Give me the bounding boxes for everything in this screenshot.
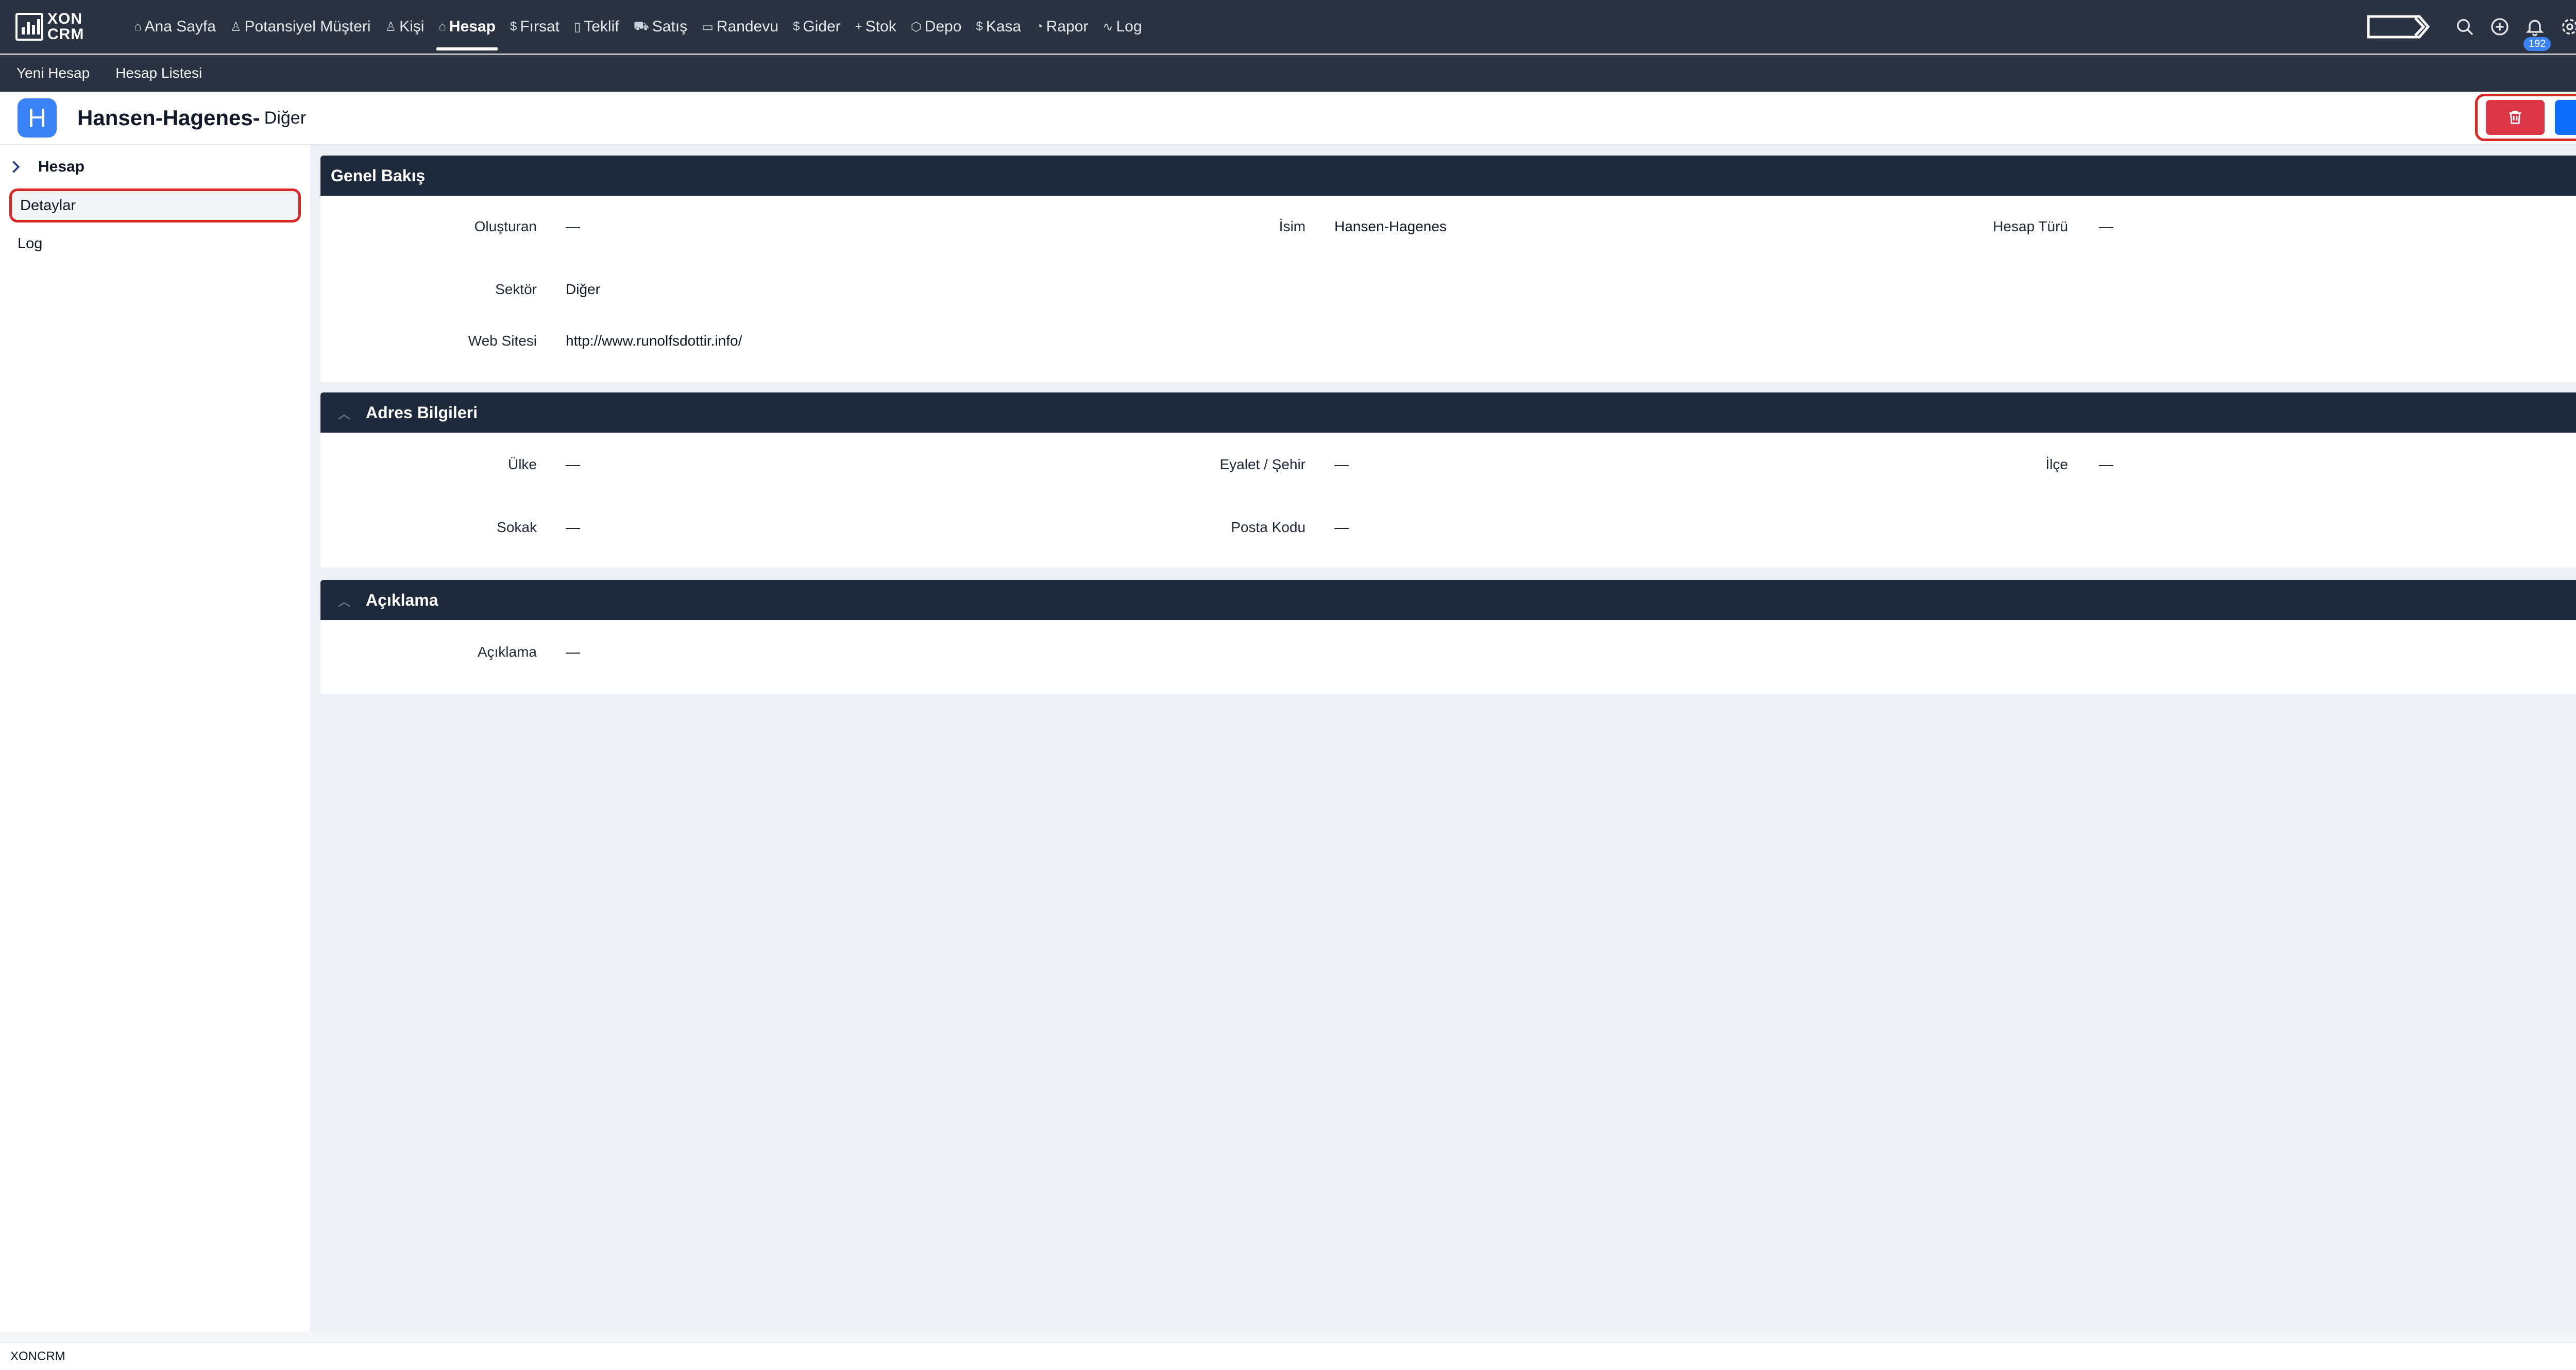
chevron-up-icon: ︿ <box>338 594 350 609</box>
sub-navbar: Yeni Hesap Hesap Listesi <box>0 55 2576 92</box>
notifications-button[interactable]: 192 <box>2517 0 2552 54</box>
trash-icon <box>2509 111 2521 124</box>
nav-stok[interactable]: + Stok <box>848 0 904 54</box>
page-subtitle: Diğer <box>264 108 307 128</box>
nav-randevu[interactable]: ▭ Randevu <box>694 0 786 54</box>
add-button[interactable] <box>2482 0 2517 54</box>
sidebar-item-detaylar[interactable]: Detaylar <box>9 189 301 222</box>
record-actions <box>2475 94 2576 141</box>
chart-logo-icon <box>15 13 43 41</box>
detail-sidebar: Hesap Detaylar Log <box>0 145 310 1332</box>
nav-teklif[interactable]: ▯ Teklif <box>567 0 626 54</box>
chevron-up-icon: ︿ <box>338 407 350 421</box>
activity-icon: ∿ <box>1103 20 1113 34</box>
dollar-icon: $ <box>510 20 517 33</box>
postal-code-label: Posta Kodu <box>1231 519 1306 535</box>
nav-potansiyel-musteri[interactable]: ♙ Potansiyel Müşteri <box>223 0 378 54</box>
plus-circle-icon <box>2491 18 2509 36</box>
logo-text: XON CRM <box>47 10 84 43</box>
edit-button[interactable] <box>2555 100 2576 135</box>
record-header: H Hansen-Hagenes- Diğer <box>0 92 2576 145</box>
country-value: — <box>566 456 580 472</box>
new-account-link[interactable]: Yeni Hesap <box>16 65 90 81</box>
account-type-value: — <box>2099 218 2113 234</box>
cart-icon: ⛟ <box>633 19 649 33</box>
nav-kisi[interactable]: ♙ Kişi <box>378 0 432 54</box>
description-card: ︿ Açıklama Açıklama — <box>320 580 2576 694</box>
district-label: İlçe <box>2045 456 2068 472</box>
sidebar-item-log[interactable]: Log <box>9 227 301 261</box>
notification-badge: 192 <box>2523 37 2551 51</box>
nav-satis[interactable]: ⛟ Satış <box>626 0 695 54</box>
users-icon: ♙ <box>385 20 397 34</box>
dollar-icon: $ <box>976 20 983 33</box>
delete-button[interactable] <box>2486 100 2545 135</box>
address-card-header[interactable]: ︿ Adres Bilgileri <box>320 392 2576 433</box>
nav-firsat[interactable]: $ Fırsat <box>503 0 567 54</box>
country-label: Ülke <box>507 456 537 472</box>
sidebar-section-hesap[interactable]: Hesap <box>0 145 310 189</box>
bell-icon <box>2526 20 2544 37</box>
pie-chart-icon: ◔ <box>1036 20 1043 33</box>
sector-value: Diğer <box>566 281 600 297</box>
description-value: — <box>566 644 580 660</box>
nav-kasa[interactable]: $ Kasa <box>969 0 1028 54</box>
dollar-icon: $ <box>792 20 800 33</box>
arrow-tag-icon[interactable] <box>2367 15 2430 39</box>
nav-hesap[interactable]: ⌂ Hesap <box>431 0 503 54</box>
nav-depo[interactable]: ⬡ Depo <box>904 0 969 54</box>
name-label: İsim <box>1279 218 1306 234</box>
nav-log[interactable]: ∿ Log <box>1095 0 1149 54</box>
avatar: H <box>18 98 57 138</box>
overview-card: Genel Bakış Oluşturan — İsim Hansen-Hage… <box>320 156 2576 382</box>
user-icon: ♙ <box>230 20 242 34</box>
nav-ana-sayfa[interactable]: ⌂ Ana Sayfa <box>127 0 223 54</box>
top-navbar: XON CRM ⌂ Ana Sayfa ♙ Potansiyel Müşteri ♙ K… <box>0 0 2576 54</box>
home-icon: ⌂ <box>134 20 142 33</box>
created-by-label: Oluşturan <box>474 218 537 234</box>
account-list-link[interactable]: Hesap Listesi <box>115 65 202 81</box>
search-button[interactable] <box>2447 0 2482 54</box>
plus-icon: + <box>855 20 862 33</box>
created-by-value: — <box>566 218 580 234</box>
search-icon <box>2457 19 2473 36</box>
settings-button[interactable] <box>2552 0 2576 54</box>
website-label: Web Sitesi <box>468 333 537 349</box>
calendar-icon: ▭ <box>702 20 714 34</box>
box-icon: ⬡ <box>910 20 922 34</box>
account-type-label: Hesap Türü <box>1993 218 2068 234</box>
name-value: Hansen-Hagenes <box>1334 218 1447 234</box>
top-right-tools: 192 <box>2367 0 2576 54</box>
chevron-right-icon <box>12 161 20 173</box>
overview-card-header: Genel Bakış <box>320 156 2576 196</box>
description-label: Açıklama <box>477 644 537 660</box>
main-content: Genel Bakış Oluşturan — İsim Hansen-Hage… <box>310 145 2576 1332</box>
state-value: — <box>1334 456 1349 472</box>
description-card-header[interactable]: ︿ Açıklama <box>320 580 2576 620</box>
postal-code-value: — <box>1334 519 1349 535</box>
footer-brand: XONCRM <box>10 1349 65 1363</box>
nav-rapor[interactable]: ◔ Rapor <box>1028 0 1095 54</box>
xoncrm-logo[interactable]: XON CRM <box>15 8 108 45</box>
main-nav: ⌂ Ana Sayfa ♙ Potansiyel Müşteri ♙ Kişi ⌂ He… <box>127 0 1149 54</box>
website-value[interactable]: http://www.runolfsdottir.info/ <box>566 333 742 349</box>
gear-icon <box>2562 19 2576 35</box>
page-title: Hansen-Hagenes- <box>77 106 260 130</box>
sector-label: Sektör <box>495 281 537 297</box>
state-label: Eyalet / Şehir <box>1219 456 1306 472</box>
home-icon: ⌂ <box>438 20 446 33</box>
footer-gap <box>0 1332 2576 1342</box>
street-label: Sokak <box>497 519 537 535</box>
nav-gider[interactable]: $ Gider <box>786 0 848 54</box>
street-value: — <box>566 519 580 535</box>
address-card: ︿ Adres Bilgileri Ülke — Eyalet / Şehir —… <box>320 392 2576 568</box>
district-value: — <box>2099 456 2113 472</box>
footer: XONCRM <box>0 1342 2576 1370</box>
document-icon: ▯ <box>574 20 581 34</box>
